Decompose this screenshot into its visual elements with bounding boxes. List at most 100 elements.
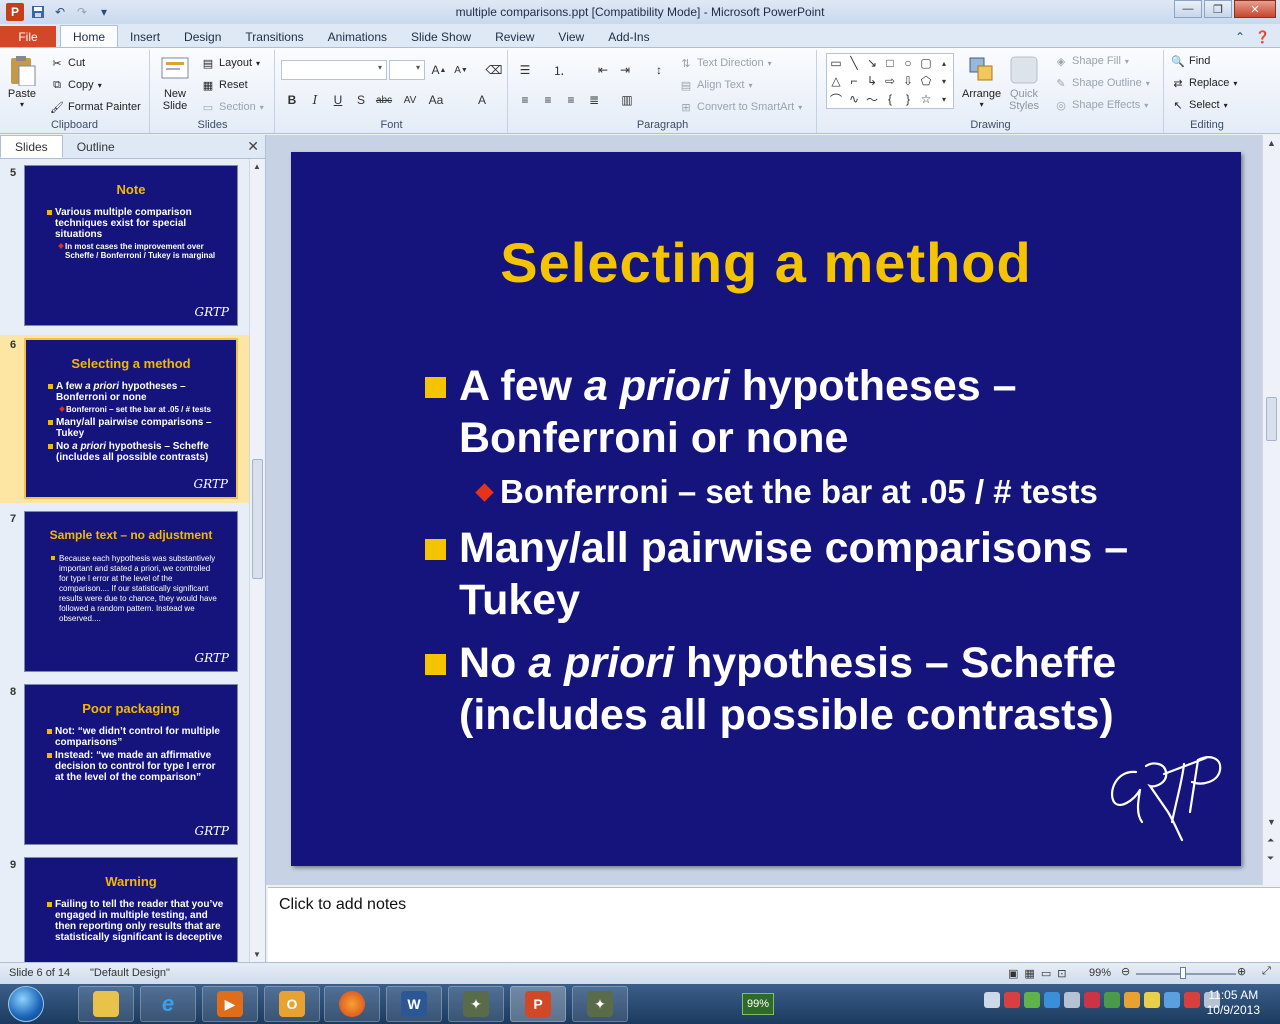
align-right-icon[interactable]: ≡ (561, 90, 581, 110)
arrange-button[interactable]: Arrange ▾ (962, 54, 1001, 109)
explorer-taskbar-button[interactable] (78, 986, 134, 1022)
format-painter-button[interactable]: 🖌 Format Painter (50, 100, 141, 114)
select-button[interactable]: ↖ Select ▾ (1171, 98, 1227, 112)
paste-button[interactable]: Paste ▾ (6, 54, 38, 109)
tray-icon[interactable] (1144, 992, 1160, 1008)
slide-bullet[interactable]: No a priori hypothesis – Scheffe (includ… (425, 637, 1219, 741)
tray-icon[interactable] (1104, 992, 1120, 1008)
slide-bullet[interactable]: A few a priori hypotheses – Bonferroni o… (425, 360, 1219, 464)
right-brace-icon[interactable]: } (899, 90, 917, 108)
battery-indicator[interactable]: 99% (742, 993, 775, 1015)
increase-indent-icon[interactable]: ⇥ (615, 60, 635, 80)
line-spacing-icon[interactable]: ↕ (649, 60, 669, 80)
undo-icon[interactable]: ↶ (52, 4, 68, 20)
text-shadow-icon[interactable]: S (351, 90, 371, 110)
reset-button[interactable]: ▦ Reset (201, 78, 248, 92)
tray-icon[interactable] (1004, 992, 1020, 1008)
align-left-icon[interactable]: ≡ (515, 90, 535, 110)
scroll-down-icon[interactable]: ▼ (1267, 817, 1276, 827)
tray-icon[interactable] (1084, 992, 1100, 1008)
slide-sorter-icon[interactable]: ▦ (1024, 967, 1034, 980)
maximize-button[interactable]: ❐ (1204, 0, 1232, 18)
font-size-select[interactable]: ▾ (389, 60, 425, 80)
textbox-shape-icon[interactable]: ▭ (827, 54, 845, 72)
slide-thumbnail[interactable]: Warning Failing to tell the reader that … (24, 857, 238, 962)
slide-title[interactable]: Selecting a method (291, 230, 1241, 295)
bullets-icon[interactable]: ☰ (515, 60, 535, 80)
numbering-icon[interactable]: ⒈ (549, 60, 569, 80)
media-player-taskbar-button[interactable]: ▶ (202, 986, 258, 1022)
underline-icon[interactable]: U (328, 90, 348, 110)
left-brace-icon[interactable]: { (881, 90, 899, 108)
align-center-icon[interactable]: ≡ (538, 90, 558, 110)
slide-thumbnail-row[interactable]: 8 Poor packaging Not: “we didn’t control… (0, 682, 250, 850)
slide-thumbnail[interactable]: Selecting a method A few a priori hypoth… (24, 338, 238, 499)
tray-icon[interactable] (1024, 992, 1040, 1008)
network-icon[interactable] (1184, 992, 1200, 1008)
ie-taskbar-button[interactable]: e (140, 986, 196, 1022)
tab-file[interactable]: File (0, 26, 56, 48)
gallery-more-icon[interactable]: ▾ (935, 90, 953, 108)
copy-button[interactable]: ⧉ Copy ▾ (50, 78, 102, 92)
slide-sub-bullet[interactable]: Bonferroni – set the bar at .05 / # test… (475, 472, 1098, 512)
tab-transitions[interactable]: Transitions (233, 26, 315, 48)
zoom-level[interactable]: 99% (1089, 967, 1111, 979)
previous-slide-icon[interactable]: ⏶ (1267, 835, 1274, 846)
firefox-taskbar-button[interactable] (324, 986, 380, 1022)
grow-font-icon[interactable]: A ▲ (429, 60, 449, 80)
tab-animations[interactable]: Animations (316, 26, 399, 48)
font-color-icon[interactable]: A (472, 90, 492, 110)
align-text-button[interactable]: ▤ Align Text ▾ (679, 78, 753, 92)
change-case-icon[interactable]: Aa (426, 90, 446, 110)
elbow-arrow-icon[interactable]: ↳ (863, 72, 881, 90)
convert-smartart-button[interactable]: ⊞ Convert to SmartArt ▾ (679, 100, 802, 114)
zoom-slider-knob[interactable] (1180, 967, 1186, 979)
word-taskbar-button[interactable]: W (386, 986, 442, 1022)
star-shape-icon[interactable]: ☆ (917, 90, 935, 108)
elbow-connector-icon[interactable]: ⌐ (845, 72, 863, 90)
replace-button[interactable]: ⇄ Replace ▾ (1171, 76, 1237, 90)
columns-icon[interactable]: ▥ (617, 90, 637, 110)
scroll-down-icon[interactable]: ▼ (253, 950, 261, 959)
theme-name[interactable]: "Default Design" (90, 967, 170, 979)
new-slide-button[interactable]: New Slide (159, 54, 191, 112)
pentagon-shape-icon[interactable]: ⬠ (917, 72, 935, 90)
outlook-taskbar-button[interactable]: O (264, 986, 320, 1022)
slide-thumbnail-row[interactable]: 7 Sample text – no adjustment Because ea… (0, 509, 250, 677)
dropbox-icon[interactable] (1044, 992, 1060, 1008)
line-shape-icon[interactable]: ╲ (845, 54, 863, 72)
cut-button[interactable]: ✂ Cut (50, 56, 85, 70)
normal-view-icon[interactable]: ▣ (1008, 967, 1018, 980)
bluetooth-icon[interactable] (1164, 992, 1180, 1008)
slideshow-icon[interactable]: ⊡ (1057, 967, 1066, 980)
customize-qat-icon[interactable]: ▾ (96, 4, 112, 20)
tab-add-ins[interactable]: Add-Ins (596, 26, 661, 48)
quick-styles-button[interactable]: Quick Styles (1008, 54, 1040, 112)
tab-view[interactable]: View (546, 26, 596, 48)
minimize-ribbon-icon[interactable]: ⌃ (1235, 30, 1245, 44)
help-icon[interactable]: ❓ (1255, 30, 1270, 44)
reading-view-icon[interactable]: ▭ (1041, 967, 1051, 980)
tab-outline[interactable]: Outline (63, 136, 129, 158)
shapes-gallery[interactable]: ▭ ╲ ↘ □ ○ ▢ ▴ △ ⌐ ↳ ⇨ ⇩ ⬠ ▾ ⌒ ∿ 〜{} ☆ ▾ (826, 53, 954, 109)
scrollbar-thumb[interactable] (252, 459, 263, 579)
shrink-font-icon[interactable]: A ▼ (451, 60, 471, 80)
zoom-in-icon[interactable]: ⊕ (1237, 965, 1246, 978)
font-family-select[interactable]: ▾ (281, 60, 387, 80)
gallery-down-icon[interactable]: ▾ (935, 72, 953, 90)
arrow-line-shape-icon[interactable]: ↘ (863, 54, 881, 72)
justify-icon[interactable]: ≣ (584, 90, 604, 110)
oval-shape-icon[interactable]: ○ (899, 54, 917, 72)
system-clock[interactable]: 11:05 AM 10/9/2013 (1207, 988, 1260, 1018)
strikethrough-icon[interactable]: abc (374, 90, 394, 110)
tab-review[interactable]: Review (483, 26, 546, 48)
powerpoint-taskbar-button[interactable]: P (510, 986, 566, 1022)
notes-pane[interactable]: Click to add notes (268, 887, 1280, 962)
slide-thumbnail-row[interactable]: 5 Note Various multiple comparison techn… (0, 163, 250, 331)
decrease-indent-icon[interactable]: ⇤ (593, 60, 613, 80)
italic-icon[interactable]: I (305, 90, 325, 110)
slide-scrollbar[interactable]: ▲ ▼ ⏶ ⏷ (1262, 135, 1280, 885)
block-arrow-down-icon[interactable]: ⇩ (899, 72, 917, 90)
tray-icon[interactable] (984, 992, 1000, 1008)
shape-fill-button[interactable]: ◈ Shape Fill ▾ (1054, 54, 1129, 68)
